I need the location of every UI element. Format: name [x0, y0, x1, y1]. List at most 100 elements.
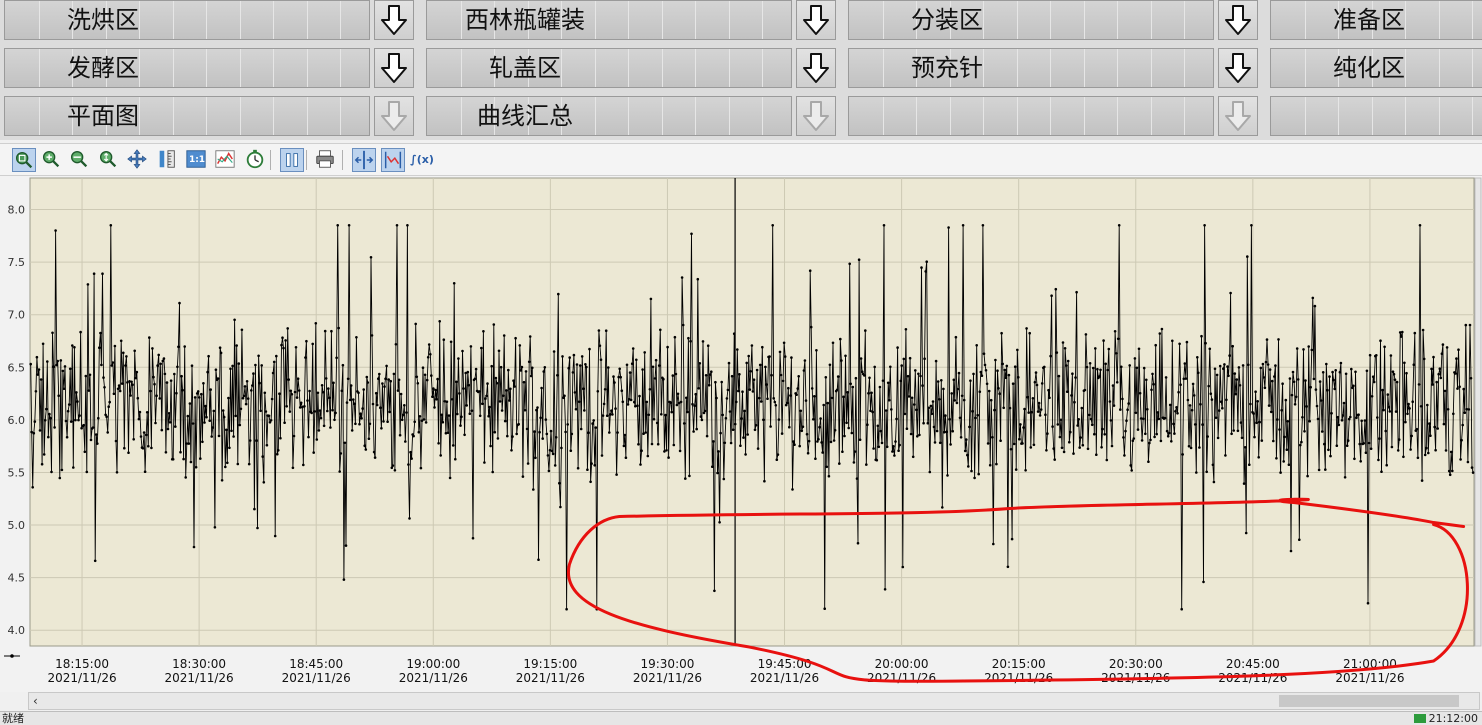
down-arrow-icon[interactable] [1218, 0, 1258, 40]
series-point [331, 408, 334, 412]
nav-button-1-1[interactable]: 轧盖区 [426, 48, 792, 88]
function-icon[interactable]: ∫(x) [410, 148, 434, 172]
series-point [1119, 408, 1122, 411]
series-point [1423, 453, 1427, 457]
pause-icon[interactable] [280, 148, 304, 172]
nav-button-2-1[interactable]: 曲线汇总 [426, 96, 792, 136]
pan-icon[interactable] [126, 148, 150, 172]
series-point [227, 396, 230, 400]
down-arrow-icon[interactable] [796, 0, 836, 40]
series-point [618, 367, 621, 371]
nav-button-0-2[interactable]: 分装区 [848, 0, 1214, 40]
zoom-in-icon[interactable] [40, 148, 64, 172]
series-point [539, 416, 542, 420]
series-point [125, 355, 128, 358]
trend-icon[interactable] [214, 148, 238, 172]
series-point [445, 400, 449, 403]
series-point [799, 409, 803, 413]
series-point [640, 449, 643, 453]
series-point [1246, 255, 1249, 258]
series-point [1452, 412, 1455, 416]
series-point [175, 391, 178, 395]
series-point [542, 370, 545, 373]
trend-chart[interactable]: 8.07.57.06.56.05.55.04.54.018:15:002021/… [0, 176, 1482, 692]
status-text: 就绪 [2, 712, 24, 725]
series-point [1197, 371, 1200, 375]
nav-button-2-2[interactable] [848, 96, 1214, 136]
down-arrow-icon[interactable] [1218, 48, 1258, 88]
ruler-icon[interactable] [156, 148, 180, 172]
series-point [1237, 366, 1241, 369]
series-point [682, 422, 686, 425]
series-point [272, 360, 276, 364]
series-point [480, 346, 483, 350]
series-point [314, 322, 318, 325]
nav-button-1-0[interactable]: 发酵区 [4, 48, 370, 88]
series-point [584, 363, 587, 366]
series-point [50, 470, 53, 474]
nav-button-0-3[interactable]: 准备区 [1270, 0, 1482, 40]
series-point [166, 427, 170, 431]
down-arrow-icon[interactable] [796, 48, 836, 88]
series-point [1403, 361, 1406, 365]
series-point [1033, 380, 1037, 384]
series-point [1056, 423, 1060, 426]
nav-button-2-3[interactable] [1270, 96, 1482, 136]
zoom-out-icon[interactable] [68, 148, 92, 172]
nav-button-label: 准备区 [1333, 6, 1405, 34]
series-point [1232, 429, 1235, 432]
nav-button-0-0[interactable]: 洗烘区 [4, 0, 370, 40]
cursor-point-icon[interactable] [381, 148, 405, 172]
series-point [251, 384, 254, 387]
series-point [797, 375, 800, 378]
series-point [208, 419, 211, 422]
down-arrow-icon[interactable] [374, 48, 414, 88]
zoom-fit-icon[interactable] [12, 148, 36, 172]
series-point [594, 426, 598, 429]
series-point [1135, 366, 1139, 370]
zoom-vertical-icon[interactable] [97, 148, 121, 172]
nav-button-0-1[interactable]: 西林瓶罐装 [426, 0, 792, 40]
nav-button-1-2[interactable]: 预充针 [848, 48, 1214, 88]
series-point [1328, 375, 1331, 378]
series-point [646, 454, 650, 458]
series-point [466, 370, 470, 374]
series-point [221, 409, 225, 412]
series-point [35, 355, 39, 359]
nav-button-2-0[interactable]: 平面图 [4, 96, 370, 136]
y-tick-label: 6.0 [8, 414, 26, 427]
timer-icon[interactable] [244, 148, 268, 172]
series-point [1034, 371, 1038, 374]
series-point [919, 374, 922, 378]
scroll-left-icon[interactable]: ‹ [33, 693, 38, 709]
status-clock: 21:12:00 [1428, 712, 1478, 725]
series-point [74, 418, 77, 422]
series-point [1210, 398, 1214, 401]
series-point [590, 462, 593, 465]
cursor-line-icon[interactable] [352, 148, 376, 172]
one-to-one-icon[interactable]: 1:1 [185, 148, 209, 172]
series-point [1199, 403, 1202, 406]
series-point [93, 559, 97, 563]
series-point [1349, 415, 1352, 419]
nav-button-1-3[interactable]: 纯化区 [1270, 48, 1482, 88]
series-point [226, 461, 229, 465]
series-point [471, 536, 475, 540]
print-icon[interactable] [314, 148, 338, 172]
series-point [947, 226, 950, 229]
series-point [359, 412, 362, 415]
series-point [945, 430, 948, 434]
series-point [1335, 444, 1339, 448]
series-point [1272, 439, 1275, 443]
series-point [583, 409, 586, 412]
scrollbar-thumb[interactable] [1279, 695, 1459, 707]
series-point [833, 428, 837, 432]
nav-button-label: 曲线汇总 [477, 102, 573, 130]
horizontal-scrollbar[interactable]: ‹ [28, 692, 1480, 710]
series-point [65, 435, 69, 439]
series-point [119, 339, 123, 343]
down-arrow-icon[interactable] [374, 0, 414, 40]
series-point [214, 368, 218, 371]
series-point [490, 364, 494, 368]
series-point [975, 344, 978, 347]
